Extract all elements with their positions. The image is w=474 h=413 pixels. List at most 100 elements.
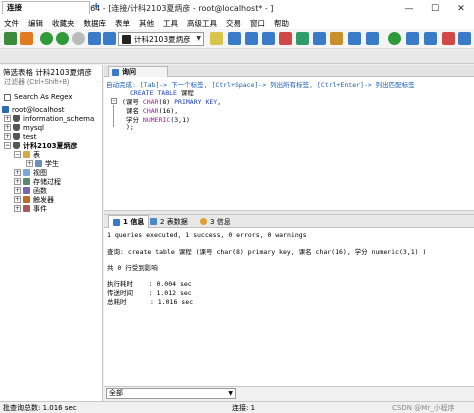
menu-advanced-tools[interactable]: 高级工具: [187, 18, 217, 29]
close-button[interactable]: ✕: [448, 0, 474, 17]
chevron-down-icon: ▼: [196, 35, 201, 42]
menu-transaction[interactable]: 交易: [226, 18, 241, 29]
status-bar: 批查询总数: 1.016 sec 连接: 1 CSDN @Mr_小程序: [0, 401, 474, 413]
alter-table-icon[interactable]: [245, 32, 258, 45]
execute-query-icon[interactable]: [40, 32, 53, 45]
tab-number: 2: [160, 217, 165, 226]
expand-icon[interactable]: +: [14, 178, 21, 185]
code-keyword: PRIMARY KEY: [174, 98, 218, 106]
tab-table-data[interactable]: 2 表数据: [146, 215, 192, 228]
info-icon: [113, 218, 120, 226]
menu-other[interactable]: 其他: [139, 18, 154, 29]
stop-icon[interactable]: [72, 32, 85, 45]
relationships-icon[interactable]: [279, 32, 292, 45]
results-message-panel: 1 queries executed, 1 success, 0 errors,…: [104, 228, 474, 386]
tree-db-label: information_schema: [23, 114, 95, 123]
chevron-down-icon: ▼: [228, 390, 233, 397]
tab-number: 3: [210, 217, 215, 226]
menu-window[interactable]: 窗口: [250, 18, 265, 29]
manage-index-icon[interactable]: [262, 32, 275, 45]
tree-folder-label: 事件: [33, 204, 47, 213]
regex-label: Search As Regex: [14, 93, 73, 101]
create-table-icon[interactable]: [228, 32, 241, 45]
toolbar: 计科2103夏炳彦 ▼: [0, 29, 474, 49]
query-tab-label: 询问: [122, 68, 136, 76]
result-summary: 1 queries executed, 1 success, 0 errors,…: [107, 231, 307, 239]
code-line-5: );: [126, 123, 134, 131]
add-connection-tab-button[interactable]: +: [92, 1, 100, 13]
sql-editor[interactable]: 自动完成: [Tab]-> 下一个标签, [Ctrl+Space]-> 列出所有…: [104, 77, 474, 210]
tab-label: 信息: [130, 218, 145, 226]
user-manager-icon[interactable]: [406, 32, 419, 45]
backup-icon[interactable]: [330, 32, 343, 45]
function-icon: [23, 187, 30, 194]
lightbulb-icon: [200, 218, 207, 225]
expand-icon[interactable]: +: [4, 124, 11, 131]
database-select-value: 计科2103夏炳彦: [134, 34, 191, 44]
import-icon[interactable]: [296, 32, 309, 45]
expand-icon[interactable]: +: [14, 205, 21, 212]
code-text: ,: [217, 98, 222, 106]
connection-tab-row: [0, 50, 474, 64]
tree-db-active[interactable]: − 计科2103夏炳彦: [4, 141, 77, 150]
execute-all-icon[interactable]: [56, 32, 69, 45]
connection-tab[interactable]: 连接: [2, 1, 90, 14]
tree-connection[interactable]: root@localhost: [2, 105, 64, 114]
schedule-icon[interactable]: [388, 32, 401, 45]
menu-tools[interactable]: 工具: [163, 18, 178, 29]
tree-db-label: 计科2103夏炳彦: [23, 141, 78, 150]
schema-sync-icon[interactable]: [348, 32, 361, 45]
tab-info[interactable]: 3 信息: [196, 215, 235, 228]
object-filter-input[interactable]: [2, 77, 100, 88]
refresh-icon[interactable]: [210, 32, 223, 45]
tree-db-information-schema[interactable]: + information_schema: [4, 114, 94, 123]
menu-file[interactable]: 文件: [4, 18, 19, 29]
menu-favorites[interactable]: 收藏夹: [52, 18, 75, 29]
tab-messages[interactable]: 1 信息: [108, 215, 150, 228]
menu-database[interactable]: 数据库: [84, 18, 107, 29]
tab-label: 表数据: [166, 217, 188, 226]
more-tools-icon[interactable]: [458, 32, 471, 45]
menu-help[interactable]: 帮助: [274, 18, 289, 29]
result-affected-rows: 共 0 行受到影响: [107, 264, 158, 272]
collapse-icon[interactable]: −: [14, 151, 21, 158]
code-text: (3,1): [170, 116, 190, 124]
regex-checkbox[interactable]: [4, 94, 11, 101]
tree-folder-label: 表: [33, 150, 40, 159]
menu-table[interactable]: 表单: [115, 18, 130, 29]
format-query-icon[interactable]: [88, 32, 101, 45]
fold-toggle-icon[interactable]: −: [111, 98, 117, 104]
trigger-icon: [23, 196, 30, 203]
tab-number: 1: [123, 218, 128, 226]
database-icon: [13, 124, 20, 131]
server-icon: [2, 106, 9, 113]
query-tab[interactable]: 询问: [108, 66, 168, 77]
expand-icon[interactable]: +: [26, 160, 33, 167]
expand-icon[interactable]: +: [14, 196, 21, 203]
new-query-icon[interactable]: [20, 32, 33, 45]
status-batch-time: 批查询总数: 1.016 sec: [3, 404, 77, 412]
expand-icon[interactable]: +: [4, 133, 11, 140]
maximize-button[interactable]: ☐: [422, 0, 448, 17]
menu-edit[interactable]: 编辑: [28, 18, 43, 29]
query-builder-icon[interactable]: [103, 32, 116, 45]
tree-db-mysql[interactable]: + mysql: [4, 123, 44, 132]
expand-icon[interactable]: +: [14, 187, 21, 194]
minimize-button[interactable]: —: [396, 0, 422, 17]
result-total-time: 总耗时 : 1.016 sec: [107, 298, 194, 306]
query-profiler-icon[interactable]: [424, 32, 437, 45]
database-icon: [13, 115, 20, 122]
tree-folder-events[interactable]: + 事件: [14, 204, 47, 213]
data-sync-icon[interactable]: [366, 32, 379, 45]
notifications-icon[interactable]: [442, 32, 455, 45]
export-icon[interactable]: [313, 32, 326, 45]
database-select[interactable]: 计科2103夏炳彦 ▼: [118, 32, 204, 46]
message-filter-select[interactable]: 全部 ▼: [106, 388, 236, 399]
expand-icon[interactable]: +: [4, 115, 11, 122]
tree-folder-tables[interactable]: − 表: [14, 150, 40, 159]
collapse-icon[interactable]: −: [4, 142, 11, 149]
new-connection-icon[interactable]: [4, 32, 17, 45]
database-icon: [13, 142, 20, 149]
expand-icon[interactable]: +: [14, 169, 21, 176]
folder-icon: [23, 151, 30, 158]
